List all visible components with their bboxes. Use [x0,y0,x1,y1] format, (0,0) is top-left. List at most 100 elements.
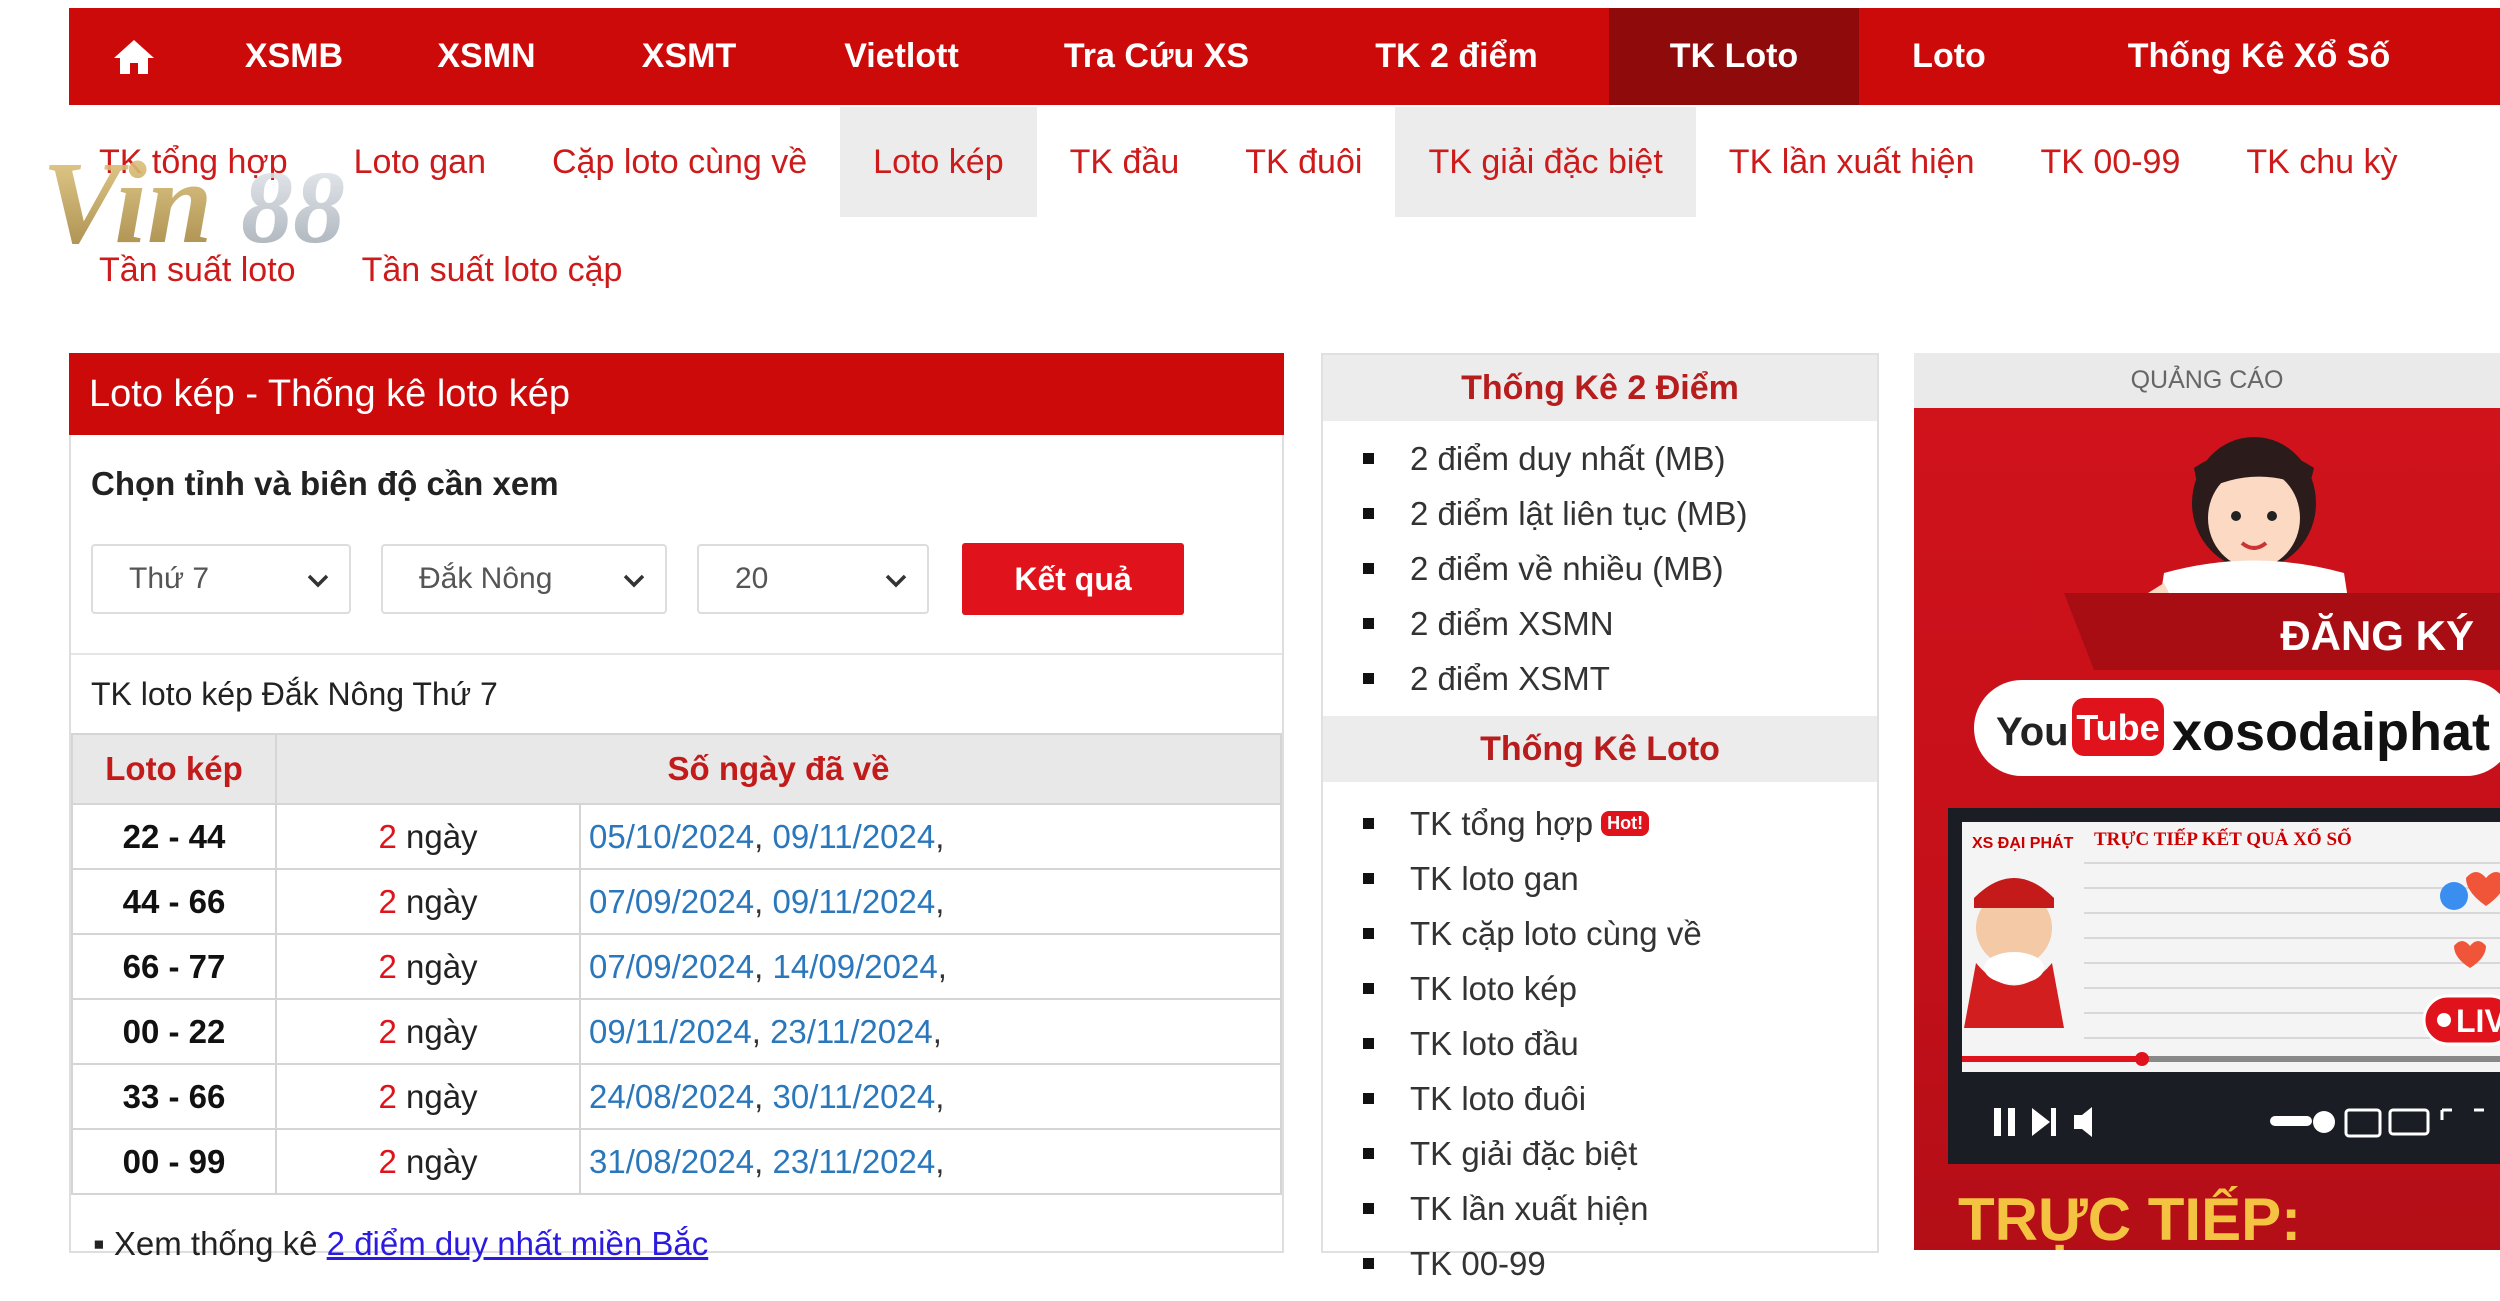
result-caption: TK loto kép Đắk Nông Thứ 7 [71,653,1282,733]
sidebar-link[interactable]: TK cặp loto cùng về [1363,906,1877,961]
day-unit: ngày [405,1142,478,1180]
footnote-prefix: Xem thống kê [113,1225,318,1262]
loto-pair: 22 - 44 [71,803,277,870]
date-list: 07/09/2024, 09/11/2024, [579,868,1282,935]
date-link[interactable]: 31/08/2024 [589,1143,754,1180]
subnav-tk-giai-dac-biet[interactable]: TK giải đặc biệt [1395,107,1696,217]
day-count-number: 2 [378,882,397,920]
sidebar-link-label: TK loto đuôi [1410,1079,1587,1117]
sidebar-link[interactable]: 2 điểm về nhiều (MB) [1363,541,1877,596]
bullet [1363,928,1374,939]
chevron-down-icon [307,563,329,595]
sidebar-link[interactable]: TK tổng hợp Hot! [1363,796,1877,851]
filter-bar: Thứ 7 Đắk Nông 20 Kết quả [71,517,1282,623]
ad-artwork: ĐĂNG KÝ You Tube xosodaiphat XS ĐẠI PHÁT… [1948,437,2500,1250]
table-row: 22 - 44 2 ngày 05/10/2024, 09/11/2024, [71,803,1282,870]
day-unit: ngày [405,1077,478,1115]
hot-badge: Hot! [1601,811,1650,836]
nav-tk-2-diem[interactable]: TK 2 điểm [1304,8,1609,105]
date-list: 09/11/2024, 23/11/2024, [579,998,1282,1065]
chevron-down-icon [623,563,645,595]
sidebar-link-label: 2 điểm duy nhất (MB) [1410,439,1726,477]
sidebar-link[interactable]: TK loto gan [1363,851,1877,906]
subnav-cap-loto-cung-ve[interactable]: Cặp loto cùng về [519,107,840,217]
sidebar-link[interactable]: 2 điểm XSMT [1363,651,1877,706]
footnote-link[interactable]: 2 điểm duy nhất miền Bắc [327,1225,709,1262]
nav-tk-loto[interactable]: TK Loto [1609,8,1859,105]
sidebar-link-label: 2 điểm lật liên tục (MB) [1410,494,1748,532]
sidebar-link[interactable]: TK 00-99 [1363,1236,1877,1291]
svg-text:Vin: Vin [42,137,213,255]
date-link[interactable]: 23/11/2024 [773,1143,936,1180]
bullet [1363,1093,1374,1104]
date-link[interactable]: 30/11/2024 [773,1078,936,1115]
nav-thong-ke-xo-so[interactable]: Thống Kê Xổ Số [2039,8,2479,105]
bullet [1363,563,1374,574]
sidebar-link[interactable]: 2 điểm lật liên tục (MB) [1363,486,1877,541]
result-button[interactable]: Kết quả [962,543,1184,615]
bullet [1363,1038,1374,1049]
sidebar-link[interactable]: TK lần xuất hiện [1363,1181,1877,1236]
subnav-loto-kep[interactable]: Loto kép [840,107,1037,217]
subnav-tk-duoi[interactable]: TK đuôi [1212,107,1395,217]
range-select-value: 20 [735,562,769,595]
top-navigation: XSMB XSMN XSMT Vietlott Tra Cứu XS TK 2 … [69,8,2500,105]
ad-label: QUẢNG CÁO [1914,353,2500,408]
svg-text:88: 88 [241,150,345,255]
sidebar-link[interactable]: 2 điểm duy nhất (MB) [1363,431,1877,486]
sidebar-link-label: TK cặp loto cùng về [1410,914,1702,952]
date-link[interactable]: 09/11/2024 [773,883,936,920]
date-link[interactable]: 07/09/2024 [589,883,754,920]
live-badge-text: LIVE [2456,1003,2500,1039]
home-nav-item[interactable] [69,8,199,105]
date-link[interactable]: 23/11/2024 [770,1013,933,1050]
sidebar-link[interactable]: TK loto kép [1363,961,1877,1016]
sidebar-link[interactable]: TK giải đặc biệt [1363,1126,1877,1181]
date-link[interactable]: 07/09/2024 [589,948,754,985]
sidebar-links-panel: Thống Kê 2 Điểm 2 điểm duy nhất (MB) 2 đi… [1321,353,1879,1282]
nav-tra-cuu-xs[interactable]: Tra Cứu XS [1009,8,1304,105]
date-link[interactable]: 14/09/2024 [773,948,938,985]
channel-name: xosodaiphat [2172,702,2490,762]
nav-xsmb[interactable]: XSMB [199,8,389,105]
nav-xsmt[interactable]: XSMT [584,8,794,105]
ad-banner[interactable]: ĐĂNG KÝ You Tube xosodaiphat XS ĐẠI PHÁT… [1914,408,2500,1250]
sidebar-link[interactable]: TK loto đầu [1363,1016,1877,1071]
province-select[interactable]: Đắk Nông [381,544,667,614]
subnav-tk-chu-ky[interactable]: TK chu kỳ [2213,107,2430,217]
loto-kep-table: Loto kép Số ngày đã về 22 - 44 2 ngày 05/1… [71,733,1282,1195]
video-heading: TRỰC TIẾP KẾT QUẢ XỔ SỐ [2094,828,2352,850]
loto-kep-panel: Loto kép - Thống kê loto kép Chọn tỉnh v… [69,353,1284,1262]
nav-xsmn[interactable]: XSMN [389,8,584,105]
subnav-tk-00-99[interactable]: TK 00-99 [2008,107,2214,217]
subnav-tk-dau[interactable]: TK đầu [1037,107,1213,217]
loto-pair: 33 - 66 [71,1063,277,1130]
advertisement[interactable]: QUẢNG CÁO ĐĂNG KÝ You Tube xosodaiphat X… [1914,353,2500,1250]
day-select[interactable]: Thứ 7 [91,544,351,614]
day-count: 2 ngày [275,868,581,935]
sidebar-link[interactable]: TK loto đuôi [1363,1071,1877,1126]
day-select-value: Thứ 7 [129,562,210,595]
day-count-number: 2 [378,1142,397,1180]
day-unit: ngày [405,1012,478,1050]
province-select-value: Đắk Nông [419,562,553,595]
loto-pair: 00 - 99 [71,1128,277,1195]
date-link[interactable]: 05/10/2024 [589,818,754,855]
bullet [1363,1258,1374,1269]
date-list: 07/09/2024, 14/09/2024, [579,933,1282,1000]
chevron-down-icon [885,563,907,595]
day-count: 2 ngày [275,803,581,870]
date-link[interactable]: 24/08/2024 [589,1078,754,1115]
table-row: 66 - 77 2 ngày 07/09/2024, 14/09/2024, [71,933,1282,1000]
nav-loto[interactable]: Loto [1859,8,2039,105]
bullet [1363,873,1374,884]
date-link[interactable]: 09/11/2024 [589,1013,752,1050]
range-select[interactable]: 20 [697,544,929,614]
day-count: 2 ngày [275,998,581,1065]
date-link[interactable]: 09/11/2024 [773,818,936,855]
video-brand: XS ĐẠI PHÁT [1972,833,2074,852]
sidebar-link[interactable]: 2 điểm XSMN [1363,596,1877,651]
table-row: 00 - 99 2 ngày 31/08/2024, 23/11/2024, [71,1128,1282,1195]
subnav-tk-lan-xuat-hien[interactable]: TK lần xuất hiện [1696,107,2008,217]
nav-vietlott[interactable]: Vietlott [794,8,1009,105]
